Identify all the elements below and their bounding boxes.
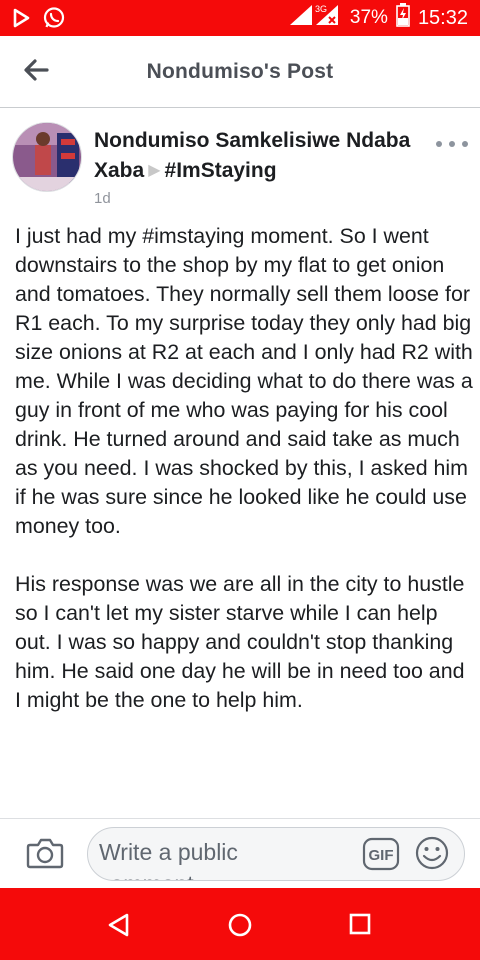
page-title: Nondumiso's Post: [146, 60, 334, 83]
camera-button[interactable]: [26, 835, 64, 871]
post-header: Nondumiso Samkelisiwe Ndaba Xaba ▶ #ImStay…: [0, 120, 480, 210]
nav-back-button[interactable]: [106, 912, 132, 938]
signal-icon: 3G: [288, 3, 342, 33]
clock: 15:32: [417, 6, 468, 29]
circle-home-icon: [227, 913, 253, 942]
more-options-button[interactable]: [436, 134, 468, 154]
post-paragraph: His response was we are all in the city …: [15, 572, 465, 712]
network-type: 3G: [315, 4, 327, 14]
smiley-icon: [414, 836, 450, 875]
more-dot: [449, 141, 455, 147]
more-dot: [436, 141, 442, 147]
triangle-right-icon: ▶: [148, 162, 161, 179]
gif-button[interactable]: GIF: [362, 837, 400, 871]
post-timestamp[interactable]: 1d: [94, 190, 414, 207]
play-store-icon: [10, 7, 32, 34]
emoji-button[interactable]: [414, 835, 450, 871]
app-header: Nondumiso's Post: [0, 36, 480, 108]
post-paragraph: I just had my #imstaying moment. So I we…: [15, 224, 473, 538]
post-body: I just had my #imstaying moment. So I we…: [15, 222, 475, 744]
notification-icons: [10, 6, 66, 35]
triangle-back-icon: [106, 913, 132, 942]
gif-label: GIF: [369, 847, 394, 864]
comment-input[interactable]: Write a public comment... GIF: [87, 827, 465, 881]
author-block: Nondumiso Samkelisiwe Ndaba Xaba ▶ #ImStay…: [94, 126, 414, 207]
square-recents-icon: [348, 913, 372, 940]
nav-home-button[interactable]: [227, 912, 253, 938]
comment-bar: Write a public comment... GIF: [0, 818, 480, 888]
avatar[interactable]: [12, 122, 82, 192]
hashtag-target[interactable]: #ImStaying: [165, 159, 277, 182]
status-indicators: 3G 37% 15:32: [288, 0, 468, 36]
battery-icon: [396, 3, 410, 33]
whatsapp-icon: [42, 6, 66, 35]
status-bar: 3G 37% 15:32: [0, 0, 480, 36]
more-dot: [462, 141, 468, 147]
comment-placeholder: Write a public comment...: [99, 839, 238, 880]
camera-icon: [26, 838, 64, 875]
system-nav-bar: [0, 888, 480, 960]
nav-recents-button[interactable]: [348, 912, 372, 936]
battery-percent: 37%: [349, 7, 388, 28]
